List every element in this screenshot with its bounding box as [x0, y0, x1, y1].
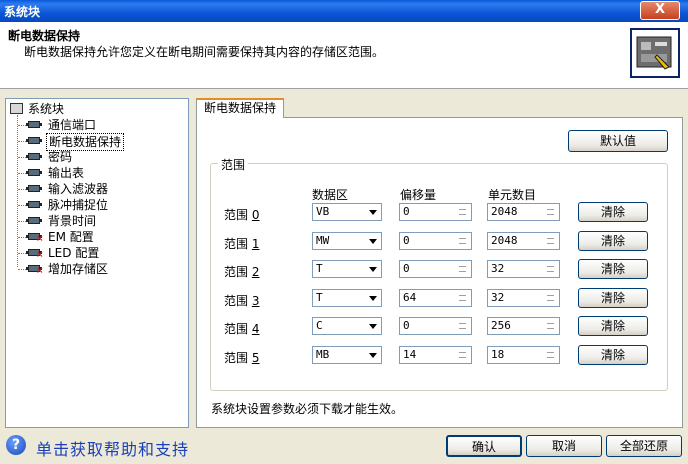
tab-power-retentive[interactable]: 断电数据保持 — [196, 98, 284, 118]
window-title: 系统块 — [4, 5, 41, 19]
range-label: 范围 5 — [224, 351, 260, 365]
ok-button[interactable]: 确认 — [446, 435, 522, 457]
data-area-select[interactable]: MB — [312, 346, 382, 364]
cancel-button[interactable]: 取消 — [526, 435, 602, 457]
tree-item[interactable]: 背景时间 — [26, 213, 176, 229]
spinner-arrows-icon[interactable] — [456, 205, 470, 219]
spinner-arrows-icon[interactable] — [544, 319, 558, 333]
module-icon — [26, 135, 42, 146]
module-icon — [26, 167, 42, 178]
tree-item[interactable]: 输入滤波器 — [26, 181, 176, 197]
module-icon — [26, 119, 42, 130]
module-icon: × — [26, 263, 44, 276]
col-count: 单元数目 — [488, 188, 537, 202]
spinner-arrows-icon[interactable] — [456, 262, 470, 276]
range-group-title: 范围 — [218, 156, 249, 173]
offset-spinner[interactable]: 64 — [399, 288, 472, 307]
tree-item[interactable]: × 增加存储区 — [26, 261, 176, 277]
default-button[interactable]: 默认值 — [568, 130, 668, 152]
offset-spinner[interactable]: 0 — [399, 231, 472, 250]
col-offset: 偏移量 — [400, 188, 437, 202]
range-label: 范围 2 — [224, 265, 260, 280]
help-link[interactable]: 单击获取帮助和支持 — [36, 436, 189, 460]
data-area-select[interactable]: MW — [312, 231, 382, 250]
offset-spinner[interactable]: 0 — [399, 317, 472, 336]
range-label: 范围 0 — [224, 208, 260, 222]
header: 断电数据保持 断电数据保持允许您定义在断电期间需要保持其内容的存储区范围。 — [0, 22, 688, 89]
data-area-select[interactable]: C — [312, 317, 382, 336]
module-icon: × — [26, 231, 44, 244]
count-spinner[interactable]: 18 — [487, 346, 560, 364]
page-description: 断电数据保持允许您定义在断电期间需要保持其内容的存储区范围。 — [24, 45, 385, 59]
system-block-tree[interactable]: 系统块 通信端口 断电数据保持 密码 输出表 输入滤波器 脉冲捕捉位 背景时间 × EM 配置 ×… — [5, 98, 189, 428]
tree-item[interactable]: 密码 — [26, 149, 176, 165]
range-label: 范围 4 — [224, 322, 260, 337]
range-label: 范围 1 — [224, 236, 260, 251]
spinner-arrows-icon[interactable] — [544, 205, 558, 219]
offset-spinner[interactable]: 0 — [399, 203, 472, 221]
clear-button[interactable]: 清除 — [578, 259, 648, 280]
range-label: 范围 3 — [224, 293, 260, 308]
tree-item[interactable]: 脉冲捕捉位 — [26, 197, 176, 213]
tree-item[interactable]: 输出表 — [26, 165, 176, 181]
tree-item[interactable]: 断电数据保持 — [26, 133, 176, 151]
close-button[interactable]: X — [640, 1, 680, 20]
plc-icon — [636, 36, 672, 70]
chevron-down-icon[interactable] — [365, 289, 381, 306]
tree-item[interactable]: × LED 配置 — [26, 245, 176, 261]
spinner-arrows-icon[interactable] — [544, 234, 558, 248]
count-spinner[interactable]: 2048 — [487, 203, 560, 221]
spinner-arrows-icon[interactable] — [456, 348, 470, 362]
chevron-down-icon[interactable] — [365, 261, 381, 278]
spinner-arrows-icon[interactable] — [456, 291, 470, 305]
system-block-icon — [630, 28, 680, 78]
offset-spinner[interactable]: 14 — [399, 346, 472, 364]
restore-all-button[interactable]: 全部还原 — [606, 435, 682, 457]
clear-button[interactable]: 清除 — [578, 202, 648, 222]
error-icon: × — [36, 266, 44, 276]
col-data-area: 数据区 — [312, 188, 349, 202]
module-icon — [26, 199, 42, 210]
spinner-arrows-icon[interactable] — [544, 348, 558, 362]
chevron-down-icon[interactable] — [365, 347, 381, 363]
clear-button[interactable]: 清除 — [578, 316, 648, 337]
module-icon: × — [26, 247, 44, 260]
spinner-arrows-icon[interactable] — [456, 234, 470, 248]
tree-root[interactable]: 系统块 — [10, 101, 110, 117]
tree-item[interactable]: × EM 配置 — [26, 229, 176, 245]
clear-button[interactable]: 清除 — [578, 345, 648, 365]
data-area-select[interactable]: VB — [312, 203, 382, 221]
count-spinner[interactable]: 256 — [487, 317, 560, 336]
chevron-down-icon[interactable] — [365, 318, 381, 335]
spinner-arrows-icon[interactable] — [544, 262, 558, 276]
title-bar: 系统块 X — [0, 0, 688, 22]
module-icon — [26, 151, 42, 162]
clear-button[interactable]: 清除 — [578, 230, 648, 251]
help-icon[interactable]: ? — [6, 435, 26, 455]
error-icon: × — [36, 234, 44, 244]
spinner-arrows-icon[interactable] — [544, 291, 558, 305]
tree-item[interactable]: 通信端口 — [26, 117, 176, 133]
module-icon — [26, 183, 42, 194]
download-note: 系统块设置参数必须下载才能生效。 — [211, 402, 404, 416]
spinner-arrows-icon[interactable] — [456, 319, 470, 333]
count-spinner[interactable]: 2048 — [487, 231, 560, 250]
count-spinner[interactable]: 32 — [487, 260, 560, 279]
count-spinner[interactable]: 32 — [487, 288, 560, 307]
data-area-select[interactable]: T — [312, 260, 382, 279]
module-icon — [26, 215, 42, 226]
chevron-down-icon[interactable] — [365, 204, 381, 220]
error-icon: × — [36, 250, 44, 260]
clear-button[interactable]: 清除 — [578, 287, 648, 308]
data-area-select[interactable]: T — [312, 288, 382, 307]
offset-spinner[interactable]: 0 — [399, 260, 472, 279]
chevron-down-icon[interactable] — [365, 232, 381, 249]
page-title: 断电数据保持 — [8, 29, 81, 43]
system-block-root-icon — [10, 103, 23, 114]
